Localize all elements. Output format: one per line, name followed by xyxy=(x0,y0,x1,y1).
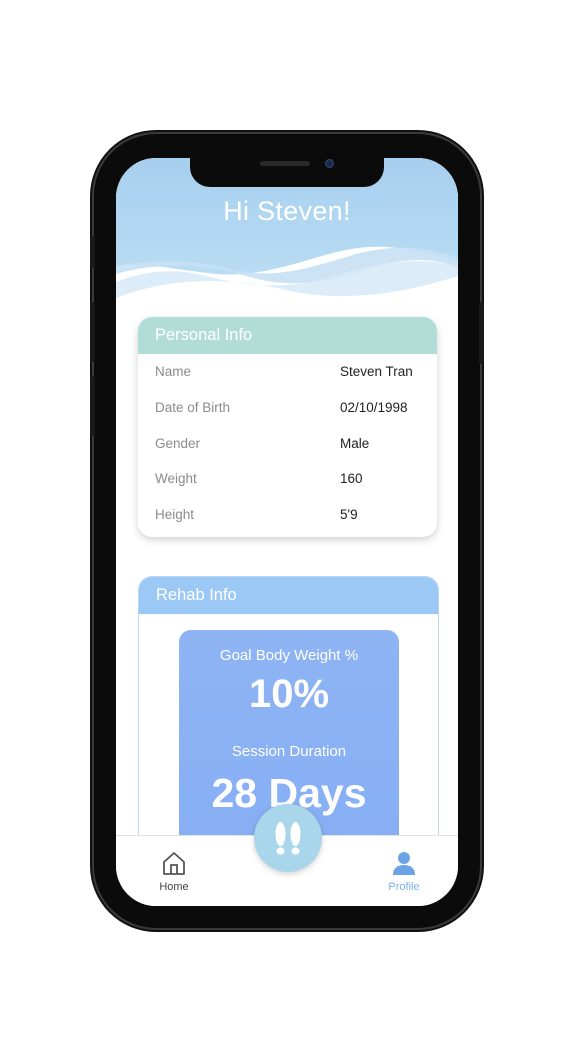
footprints-icon xyxy=(275,822,301,855)
goal-body-weight-value: 10% xyxy=(248,672,330,716)
info-label: Gender xyxy=(155,435,201,451)
info-value: 02/10/1998 xyxy=(340,399,408,415)
info-row-date-of-birth: Date of Birth 02/10/1998 xyxy=(138,390,437,426)
info-row-height: Height 5'9 xyxy=(138,497,437,533)
phone-power-button xyxy=(479,302,484,364)
info-label: Height xyxy=(155,507,195,523)
personal-info-title: Personal Info xyxy=(138,317,437,354)
home-icon xyxy=(163,852,185,875)
info-value: Steven Tran xyxy=(340,364,413,379)
info-value: 5'9 xyxy=(340,507,358,523)
phone-volume-up xyxy=(90,302,95,362)
footprints-button[interactable] xyxy=(254,804,322,872)
phone-silent-switch xyxy=(90,236,95,268)
nav-profile[interactable]: Profile xyxy=(374,850,434,893)
info-label: Weight xyxy=(155,471,197,487)
rehab-info-title: Rehab Info xyxy=(139,577,438,614)
app-screen: Hi Steven! Personal Info Name Steven Tra… xyxy=(116,158,458,906)
goal-body-weight-label: Goal Body Weight % xyxy=(219,647,359,664)
personal-info-card: Personal Info Name Steven Tran Date of B… xyxy=(138,317,437,537)
profile-icon xyxy=(393,852,415,875)
info-label: Name xyxy=(155,364,192,379)
info-label: Date of Birth xyxy=(155,399,231,415)
info-value: 160 xyxy=(340,471,363,487)
phone-volume-down xyxy=(90,376,95,436)
greeting-title: Hi Steven! xyxy=(223,196,351,226)
speaker-grille xyxy=(260,161,310,166)
session-duration-label: Session Duration xyxy=(231,743,347,760)
front-camera xyxy=(325,159,334,168)
notch xyxy=(190,158,384,187)
nav-home[interactable]: Home xyxy=(144,850,204,893)
nav-home-label: Home xyxy=(159,881,189,893)
info-row-gender: Gender Male xyxy=(138,426,437,462)
nav-profile-label: Profile xyxy=(388,881,420,893)
info-value: Male xyxy=(340,435,370,451)
info-row-name: Name Steven Tran xyxy=(138,354,437,390)
info-row-weight: Weight 160 xyxy=(138,461,437,497)
